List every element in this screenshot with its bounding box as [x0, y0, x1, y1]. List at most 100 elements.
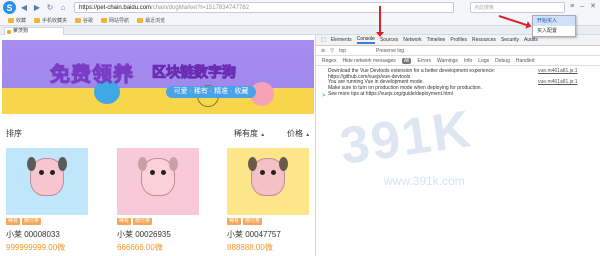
pet-eye — [150, 170, 155, 175]
console-toolbar: ⊘ ▽ top Preserve log — [316, 46, 600, 56]
pet-card[interactable]: 稀有 微付券 小莱 00047757 888888.00微 — [227, 148, 309, 253]
pet-image — [6, 148, 88, 215]
pet-eye — [161, 170, 166, 175]
log-source-link[interactable]: vue.m461a81.js:1 — [538, 68, 577, 74]
filter-option[interactable]: Logs — [478, 58, 489, 64]
url-host: https://pet-chain.baidu.com — [79, 4, 152, 11]
console-prompt[interactable]: > — [322, 93, 326, 99]
bookmark-item[interactable]: 谷歌 — [75, 17, 93, 24]
tag-badge: 稀有 — [227, 218, 242, 225]
filter-option[interactable]: Info — [464, 58, 472, 64]
tab-active[interactable]: 莱茨狗 — [4, 27, 64, 35]
log-source-link[interactable]: vue.m461a81.js:1 — [538, 79, 577, 85]
tag-badge: 微付券 — [243, 218, 263, 225]
annotation-arrow — [376, 6, 384, 37]
promo-banner[interactable]: 免费领养 区块链数字狗 可爱 · 稀有 · 精准 · 收藏 — [2, 40, 314, 114]
home-icon[interactable]: ⌂ — [58, 3, 68, 13]
console-log-entry: You are running Vue in development mode.… — [328, 79, 578, 97]
pet-ear — [58, 157, 67, 171]
pet-ear — [138, 157, 147, 171]
forward-icon[interactable]: ▶ — [32, 3, 42, 13]
pet-ear — [27, 157, 36, 171]
filter-option[interactable]: Regex — [322, 58, 336, 64]
price-sort[interactable]: 价格 ▲ — [287, 128, 310, 139]
url-path: /chain/dogMarket?t=1517834747782 — [151, 4, 249, 11]
devtools-tab[interactable]: Resources — [472, 37, 496, 43]
devtools-tab[interactable]: Sources — [380, 37, 398, 43]
folder-icon — [101, 17, 108, 23]
devtools-tab-console[interactable]: Console — [356, 36, 375, 44]
pet-eye — [50, 170, 55, 175]
filter-option[interactable]: Warnings — [437, 58, 458, 64]
banner-title: 免费领养 — [50, 64, 134, 87]
pet-name: 小莱 00008033 — [6, 230, 60, 239]
pet-ear — [169, 157, 178, 171]
filter-option[interactable]: Errors — [417, 58, 431, 64]
chrome-controls: ≡ – ✕ — [570, 2, 596, 11]
devtools-tab[interactable]: Elements — [331, 37, 352, 43]
filter-option[interactable]: Handled — [516, 58, 535, 64]
menu-item-start-buy[interactable]: 开始买入 — [533, 16, 575, 26]
folder-icon — [137, 17, 144, 23]
address-bar[interactable]: https://pet-chain.baidu.com/chain/dogMar… — [74, 2, 454, 13]
pet-image — [227, 148, 309, 215]
folder-icon — [75, 17, 82, 23]
close-icon[interactable]: ✕ — [590, 2, 596, 10]
context-select[interactable]: top — [339, 48, 346, 54]
banner-button[interactable]: 可爱 · 稀有 · 精准 · 收藏 — [166, 86, 256, 98]
folder-icon — [34, 17, 41, 23]
rarity-sort[interactable]: 稀有度 ▲ — [234, 128, 265, 139]
bookmark-item[interactable]: 网站导航 — [101, 17, 129, 24]
devtools-tab[interactable]: Timeline — [427, 37, 446, 43]
back-icon[interactable]: ◀ — [19, 3, 29, 13]
filter-bar: 排序 稀有度 ▲ 价格 ▲ — [4, 128, 316, 140]
devtools-tab[interactable]: Profiles — [450, 37, 467, 43]
filter-icon[interactable]: ▽ — [330, 48, 334, 54]
menu-icon[interactable]: ≡ — [570, 3, 574, 10]
tag-badge: 微付券 — [22, 218, 42, 225]
filter-option[interactable]: Hide network messages — [342, 58, 395, 64]
pet-illustration — [27, 157, 67, 196]
pet-price: 666666.00微 — [117, 243, 163, 252]
minimize-icon[interactable]: – — [580, 3, 584, 10]
refresh-icon[interactable]: ↻ — [45, 3, 55, 13]
sort-arrow-icon: ▲ — [305, 132, 311, 138]
banner-subtitle: 区块链数字狗 — [152, 64, 237, 81]
web-page: 免费领养 区块链数字狗 可爱 · 稀有 · 精准 · 收藏 排序 稀有度 ▲ 价… — [0, 35, 316, 256]
bookmark-item[interactable]: 收藏 — [8, 17, 26, 24]
devtools-tab[interactable]: Security — [501, 37, 519, 43]
pet-card[interactable]: 稀有 微付券 小莱 00026935 666666.00微 — [117, 148, 199, 253]
context-menu: 开始买入 买入配置 — [532, 15, 576, 37]
browser-chrome: S ◀ ▶ ↻ ⌂ ☆ https://pet-chain.baidu.com/… — [0, 0, 600, 26]
pet-price: 999999999.00微 — [6, 243, 66, 252]
filter-option[interactable]: Debug — [495, 58, 510, 64]
devtools-tab[interactable]: Network — [403, 37, 421, 43]
tag-badge: 微付券 — [133, 218, 153, 225]
watermark-url: www.391k.com — [384, 174, 465, 188]
console-filters: Regex Hide network messages All Errors W… — [316, 56, 600, 66]
pet-price: 888888.00微 — [227, 243, 273, 252]
sort-label[interactable]: 排序 — [6, 128, 22, 139]
bookmark-item[interactable]: 手机收藏夹 — [34, 17, 67, 24]
browser-logo-icon[interactable]: S — [3, 1, 16, 14]
clear-icon[interactable]: ⊘ — [321, 48, 325, 54]
preserve-log-checkbox[interactable]: Preserve log — [376, 48, 404, 54]
tag-badge: 稀有 — [117, 218, 132, 225]
pet-name: 小莱 00047757 — [227, 230, 281, 239]
pet-illustration — [248, 157, 288, 196]
bookmark-item[interactable]: 最近浏览 — [137, 17, 165, 24]
menu-item-buy-config[interactable]: 买入配置 — [533, 26, 575, 36]
pet-card[interactable]: 稀有 微付券 小莱 00008033 999999999.00微 — [6, 148, 88, 253]
folder-icon — [8, 17, 14, 23]
pet-illustration — [138, 157, 178, 196]
filter-option[interactable]: All — [401, 57, 412, 64]
favicon-icon — [7, 30, 11, 34]
inspect-icon[interactable]: ⬚ — [321, 37, 326, 43]
pet-eye — [260, 170, 265, 175]
pet-image — [117, 148, 199, 215]
search-box[interactable]: 点此搜索 — [470, 2, 565, 13]
pet-eye — [39, 170, 44, 175]
pet-name: 小莱 00026935 — [117, 230, 171, 239]
tag-badge: 稀有 — [6, 218, 21, 225]
devtools-tab[interactable]: Audits — [524, 37, 538, 43]
